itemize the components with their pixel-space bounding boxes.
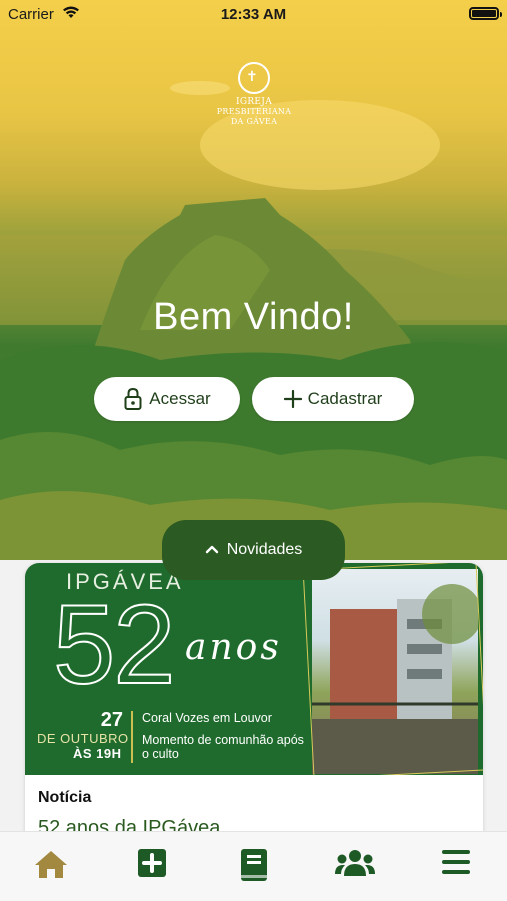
banner-hour: ÀS 19H: [73, 746, 122, 761]
tab-members[interactable]: [304, 832, 405, 901]
banner-anniversary-number: 52: [52, 582, 177, 707]
tab-add[interactable]: [101, 832, 202, 901]
banner-divider: [131, 711, 133, 763]
access-label: Acessar: [149, 389, 211, 408]
banner-event-2: Momento de comunhão após o culto: [142, 733, 304, 761]
logo-line-3: DA GÁVEA: [230, 117, 278, 126]
tab-bar: [0, 831, 507, 901]
plus-square-icon: [138, 849, 167, 901]
status-bar: Carrier 12:33 AM: [0, 0, 507, 28]
tab-menu[interactable]: [406, 832, 507, 901]
battery-icon: [469, 7, 502, 20]
dove-cross-icon: ✝: [238, 62, 270, 94]
banner-month: DE OUTUBRO: [37, 731, 129, 746]
book-icon: [240, 849, 267, 901]
signup-button[interactable]: Cadastrar: [252, 377, 414, 421]
news-category: Notícia: [38, 789, 92, 806]
chevron-up-icon: [205, 541, 219, 559]
plus-icon: [283, 390, 302, 408]
banner-day: 27: [100, 709, 123, 731]
news-tab-label: Novidades: [226, 541, 303, 558]
news-panel-toggle[interactable]: Novidades: [162, 520, 345, 580]
welcome-heading: Bem Vindo!: [153, 296, 354, 338]
news-card[interactable]: IPGÁVEA 52 anos 27 DE OUTUBRO ÀS 19H Cor…: [25, 563, 483, 853]
menu-icon: [442, 849, 471, 901]
banner-event-1: Coral Vozes em Louvor: [142, 711, 272, 725]
tab-bible[interactable]: [203, 832, 304, 901]
access-button[interactable]: Acessar: [94, 377, 240, 421]
news-banner-image: IPGÁVEA 52 anos 27 DE OUTUBRO ÀS 19H Cor…: [25, 563, 483, 775]
banner-anos-word: anos: [185, 627, 282, 668]
church-logo: ✝ IGREJA PRESBITERIANA DA GÁVEA: [212, 62, 296, 127]
signup-label: Cadastrar: [307, 389, 383, 408]
photo-frame: [302, 563, 483, 775]
lock-icon: [123, 387, 143, 411]
tab-home[interactable]: [0, 832, 101, 901]
users-icon: [334, 849, 375, 901]
logo-line-2: PRESBITERIANA: [216, 107, 292, 116]
status-time: 12:33 AM: [220, 6, 287, 23]
logo-line-1: IGREJA: [236, 97, 272, 107]
home-icon: [33, 849, 69, 901]
